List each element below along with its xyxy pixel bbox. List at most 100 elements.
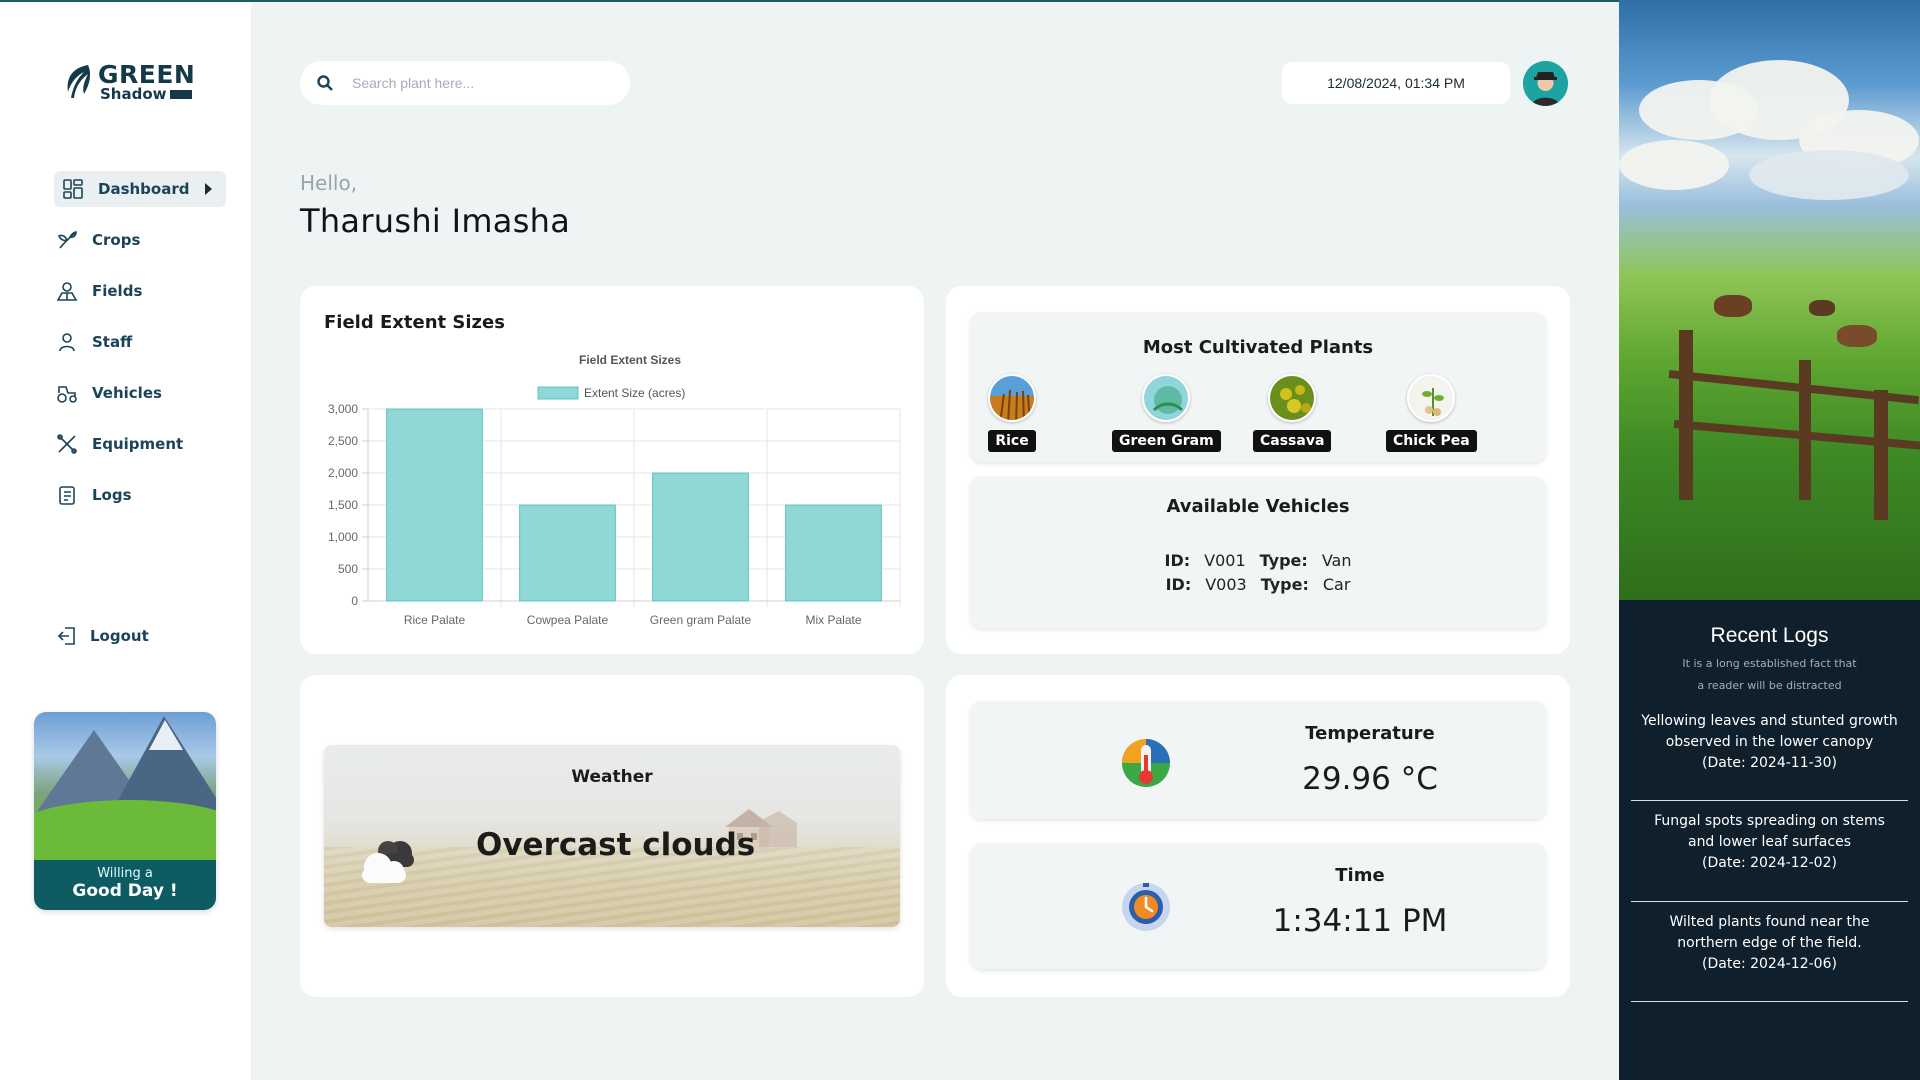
plant-item-cassava[interactable]: Cassava — [1253, 374, 1332, 452]
brand-logo[interactable]: GREEN Shadow — [62, 62, 195, 102]
plant-item-green-gram[interactable]: Green Gram — [1112, 374, 1221, 452]
log-entry[interactable]: Yellowing leaves and stunted growth obse… — [1631, 711, 1908, 774]
vehicle-row: ID: V001 Type: Van — [970, 551, 1546, 570]
search-input[interactable] — [352, 75, 602, 91]
log-text: observed in the lower canopy — [1665, 734, 1874, 750]
temp-time-card: Temperature 29.96 °C Time 1:34:11 PM — [946, 675, 1570, 997]
log-text: northern edge of the field. — [1677, 935, 1862, 951]
recent-logs-title: Recent Logs — [1710, 624, 1829, 647]
field-icon — [56, 280, 78, 302]
recent-logs-subtitle: It is a long established fact that — [1682, 657, 1857, 670]
panel-title: Available Vehicles — [1166, 496, 1350, 517]
weather-card: Weather Overcast clouds — [300, 675, 924, 997]
sidebar-item-fields[interactable]: Fields — [54, 273, 226, 309]
user-avatar-icon — [1523, 61, 1568, 106]
plant-item-chick-pea[interactable]: Chick Pea — [1386, 374, 1477, 452]
logout-button[interactable]: Logout — [56, 625, 149, 647]
weather-panel: Weather Overcast clouds — [324, 745, 900, 927]
sidebar-item-crops[interactable]: Crops — [54, 222, 226, 258]
x-tick-label: Cowpea Palate — [527, 613, 609, 627]
chart-inner-title: Field Extent Sizes — [579, 353, 681, 367]
field-extent-chart: Field Extent Sizes Extent Size (acres) 0 50… — [328, 353, 901, 627]
type-label: Type: — [1260, 575, 1309, 594]
sidebar-item-vehicles[interactable]: Vehicles — [54, 375, 226, 411]
sidebar-item-label: Staff — [92, 333, 133, 351]
weather-description: Overcast clouds — [476, 827, 756, 863]
y-tick-label: 2,000 — [328, 466, 358, 480]
plant-label: Cassava — [1253, 430, 1332, 452]
thermometer-icon — [1122, 739, 1170, 787]
rice-icon — [988, 374, 1036, 422]
vehicle-id: V003 — [1205, 575, 1247, 594]
green-gram-icon — [1142, 374, 1191, 422]
field-chart-card: Field Extent Sizes Field Extent Sizes Ext… — [300, 286, 924, 654]
sprout-icon — [56, 229, 78, 251]
bar — [652, 472, 749, 602]
clock-icon — [1122, 883, 1170, 931]
x-tick-label: Green gram Palate — [650, 613, 752, 627]
right-panel: Recent Logs It is a long established fac… — [1619, 0, 1920, 1080]
logs-icon — [56, 484, 78, 506]
log-date: (Date: 2024-12-02) — [1702, 855, 1837, 871]
tractor-icon — [56, 382, 78, 404]
sidebar-item-label: Crops — [92, 231, 141, 249]
y-tick-label: 0 — [351, 594, 358, 608]
plant-label: Chick Pea — [1386, 430, 1477, 452]
user-name: Tharushi Imasha — [300, 202, 571, 240]
y-tick-label: 1,000 — [328, 530, 358, 544]
log-divider — [1631, 901, 1908, 902]
caret-right-icon — [205, 183, 212, 195]
datetime-display: 12/08/2024, 01:34 PM — [1282, 62, 1510, 104]
plants-vehicles-card: Most Cultivated Plants Rice Green Gram C… — [946, 286, 1570, 654]
plant-item-rice[interactable]: Rice — [988, 374, 1036, 452]
time-panel: Time 1:34:11 PM — [970, 843, 1546, 969]
time-title: Time — [1335, 865, 1385, 886]
log-divider — [1631, 1001, 1908, 1002]
log-text: Wilted plants found near the — [1669, 914, 1870, 930]
mountain-illustration — [34, 712, 216, 860]
tools-icon — [56, 433, 78, 455]
log-entry[interactable]: Fungal spots spreading on stems and lowe… — [1631, 811, 1908, 874]
bar — [386, 408, 483, 602]
log-date: (Date: 2024-11-30) — [1702, 755, 1837, 771]
y-tick-label: 3,000 — [328, 402, 358, 416]
promo-line2: Good Day ! — [72, 881, 178, 901]
log-text: Fungal spots spreading on stems — [1654, 813, 1885, 829]
plant-label: Green Gram — [1112, 430, 1221, 452]
search-bar — [300, 61, 630, 105]
most-cultivated-panel: Most Cultivated Plants Rice Green Gram C… — [970, 312, 1546, 462]
bar — [785, 504, 882, 602]
type-label: Type: — [1259, 551, 1308, 570]
vehicle-type: Van — [1321, 551, 1352, 570]
sidebar-item-dashboard[interactable]: Dashboard — [54, 171, 226, 207]
top-accent-line — [0, 0, 1619, 2]
panel-title: Most Cultivated Plants — [1142, 337, 1374, 358]
id-label: ID: — [1164, 551, 1191, 570]
sidebar-item-label: Vehicles — [92, 384, 162, 402]
temperature-panel: Temperature 29.96 °C — [970, 701, 1546, 819]
good-day-card: Willing a Good Day ! — [34, 712, 216, 910]
temperature-value: 29.96 °C — [1302, 761, 1438, 797]
avatar[interactable] — [1523, 61, 1568, 106]
sidebar-item-equipment[interactable]: Equipment — [54, 426, 226, 462]
sidebar-item-label: Logs — [92, 486, 132, 504]
bar — [519, 504, 616, 602]
promo-line1: Willing a — [97, 866, 153, 881]
y-tick-label: 1,500 — [328, 498, 358, 512]
search-icon[interactable] — [316, 74, 334, 92]
sidebar-item-staff[interactable]: Staff — [54, 324, 226, 360]
y-tick-label: 2,500 — [328, 434, 358, 448]
brand-bar — [169, 90, 192, 99]
temperature-title: Temperature — [1305, 723, 1435, 744]
sidebar-nav: Dashboard Crops Fields Staff Vehicles Eq… — [54, 171, 226, 528]
recent-logs-subtitle: a reader will be distracted — [1697, 679, 1842, 692]
sidebar-item-label: Dashboard — [98, 180, 190, 198]
log-date: (Date: 2024-12-06) — [1702, 956, 1837, 972]
sidebar-item-logs[interactable]: Logs — [54, 477, 226, 513]
log-divider — [1631, 800, 1908, 801]
legend-swatch — [537, 386, 579, 400]
vehicle-type: Car — [1322, 575, 1351, 594]
logout-label: Logout — [90, 627, 149, 645]
vehicle-row: ID: V003 Type: Car — [970, 575, 1546, 594]
log-entry[interactable]: Wilted plants found near the northern ed… — [1631, 912, 1908, 975]
